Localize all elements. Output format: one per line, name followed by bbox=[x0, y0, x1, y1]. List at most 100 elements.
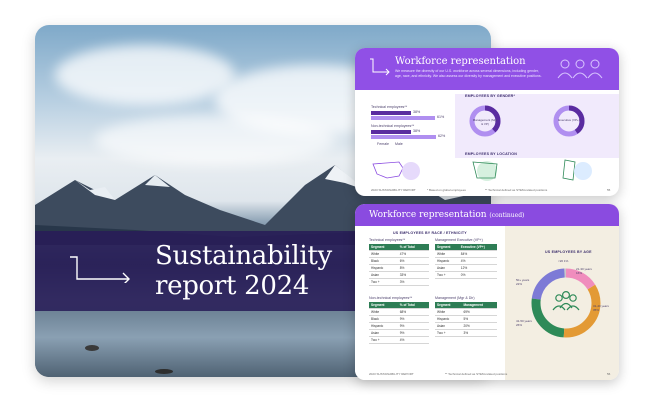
page-title: Workforce representation bbox=[395, 56, 526, 67]
table-cell: Black bbox=[369, 257, 398, 265]
table-technical: Segment% of Total White 47% Black 6% Hispa… bbox=[369, 244, 429, 286]
table-row: Black 6% bbox=[369, 257, 429, 265]
table-executive: Segment Executive (VP+) White 84% Hispanic… bbox=[435, 244, 497, 279]
table-row: White 68% bbox=[369, 308, 429, 316]
table-cell: Asian bbox=[369, 329, 398, 337]
page-header: Workforce representation We measure the … bbox=[355, 48, 619, 90]
table-cell: 12% bbox=[458, 264, 497, 272]
table-cell: 5% bbox=[461, 315, 497, 323]
table-caption: Technical employees** bbox=[369, 238, 406, 242]
age-label: 41-50 years 26% bbox=[516, 319, 532, 327]
legend-male: Male bbox=[395, 142, 403, 146]
footer-mid: * Based on global employees bbox=[427, 188, 466, 192]
section-location: EMPLOYEES BY LOCATION bbox=[465, 152, 517, 156]
table-cell: Two + bbox=[369, 278, 398, 286]
table-cell: Hispanic bbox=[369, 322, 398, 330]
table-row: Asian 9% bbox=[369, 329, 429, 337]
table-cell: White bbox=[435, 250, 459, 258]
age-label: 21-30 years 16% bbox=[576, 267, 592, 275]
table-cell: 4% bbox=[397, 336, 429, 344]
table-cell: Two + bbox=[435, 329, 462, 337]
bar-value: 38% bbox=[413, 110, 421, 114]
arrow-icon bbox=[70, 256, 130, 283]
bar-value: 62% bbox=[438, 134, 446, 138]
rock bbox=[155, 369, 173, 374]
table-row: Hispanic 8% bbox=[369, 264, 429, 272]
table-cell: Asian bbox=[435, 264, 459, 272]
table-row: Asian 33% bbox=[369, 271, 429, 279]
page-title-continued: (continued) bbox=[489, 212, 525, 219]
report-title-line2: report 2024 bbox=[155, 271, 310, 301]
location-maps bbox=[372, 159, 592, 181]
table-cell: 9% bbox=[397, 329, 429, 337]
bar-female-nontechnical bbox=[371, 130, 411, 134]
table-row: Two +0% bbox=[435, 271, 497, 279]
table-caption: Non-technical employees** bbox=[369, 296, 413, 300]
table-caption: Management (Mgr & Dir) bbox=[435, 296, 475, 300]
table-row: Hispanic 5% bbox=[435, 315, 497, 323]
legend-female: Female bbox=[377, 142, 389, 146]
page-number: 55 bbox=[607, 188, 611, 192]
section-race: US EMPLOYEES BY RACE / ETHNICITY bbox=[393, 231, 467, 235]
section-age: US EMPLOYEES BY AGE bbox=[545, 250, 592, 254]
age-donut-chart bbox=[531, 268, 601, 338]
table-cell: White bbox=[369, 250, 398, 258]
table-cell: White bbox=[435, 308, 462, 316]
page-number: 56 bbox=[607, 372, 611, 376]
bar-label-technical: Technical employees** bbox=[371, 105, 408, 109]
cloud bbox=[55, 45, 235, 105]
table-cell: 6% bbox=[397, 257, 429, 265]
table-row: Two +3% bbox=[369, 278, 429, 286]
page-header: Workforce representation (continued) bbox=[355, 204, 619, 226]
table-cell: 4% bbox=[458, 257, 497, 265]
report-title: Sustainability report 2024 bbox=[155, 241, 332, 301]
donut-management-label: Management (Mgr & VP) bbox=[472, 118, 498, 126]
rock bbox=[85, 345, 99, 351]
table-row: White 69% bbox=[435, 308, 497, 316]
bar-label-nontechnical: Non-technical employees** bbox=[371, 124, 415, 128]
footer-left: 2023 SUSTAINABILITY REPORT bbox=[371, 188, 416, 192]
report-title-line1: Sustainability bbox=[155, 241, 332, 271]
workforce-page-preview: Workforce representation We measure the … bbox=[355, 48, 619, 196]
table-cell: 33% bbox=[397, 271, 429, 279]
footer-mid: ** Technical defined as STEM-related pos… bbox=[445, 372, 508, 376]
table-cell: 9% bbox=[397, 322, 429, 330]
page-title-main: Workforce representation bbox=[369, 210, 487, 220]
table-row: Two +3% bbox=[435, 329, 497, 337]
table-row: Black 9% bbox=[369, 315, 429, 323]
table-management: Segment Management White 69% Hispanic 5% As… bbox=[435, 302, 497, 337]
table-cell: 0% bbox=[458, 271, 497, 279]
table-row: Hispanic 9% bbox=[369, 322, 429, 330]
table-cell: Two + bbox=[435, 271, 459, 279]
table-row: White 47% bbox=[369, 250, 429, 258]
table-cell: 68% bbox=[397, 308, 429, 316]
table-row: Hispanic 4% bbox=[435, 257, 497, 265]
bar-value: 38% bbox=[413, 129, 421, 133]
people-icon bbox=[552, 291, 580, 311]
page-intro: We measure the diversity of our U.S. wor… bbox=[395, 69, 542, 78]
table-cell: Black bbox=[369, 315, 398, 323]
footer-right: ** Technical defined as STEM-related pos… bbox=[485, 188, 548, 192]
age-label: <20 1% bbox=[558, 259, 569, 263]
bar-value: 61% bbox=[437, 115, 445, 119]
table-cell: Hispanic bbox=[369, 264, 398, 272]
table-cell: 69% bbox=[461, 308, 497, 316]
donut-executive-label: Executive (VP+) bbox=[558, 118, 580, 122]
bar-female-technical bbox=[371, 111, 411, 115]
table-cell: 3% bbox=[461, 329, 497, 337]
table-nontechnical: Segment% of Total White 68% Black 9% Hispa… bbox=[369, 302, 429, 344]
table-row: White 84% bbox=[435, 250, 497, 258]
bar-male-nontechnical bbox=[371, 135, 436, 139]
age-label: 50+ years 22% bbox=[516, 278, 530, 286]
people-icon bbox=[557, 59, 603, 79]
table-cell: 8% bbox=[397, 264, 429, 272]
page-title: Workforce representation (continued) bbox=[369, 210, 524, 220]
arrow-icon bbox=[370, 58, 390, 76]
section-gender: EMPLOYEES BY GENDER* bbox=[465, 94, 516, 98]
table-row: Two +4% bbox=[369, 336, 429, 344]
table-cell: 84% bbox=[458, 250, 497, 258]
table-cell: Hispanic bbox=[435, 315, 462, 323]
table-row: Asian 20% bbox=[435, 322, 497, 330]
footer-left: 2023 SUSTAINABILITY REPORT bbox=[369, 372, 414, 376]
table-cell: Two + bbox=[369, 336, 398, 344]
